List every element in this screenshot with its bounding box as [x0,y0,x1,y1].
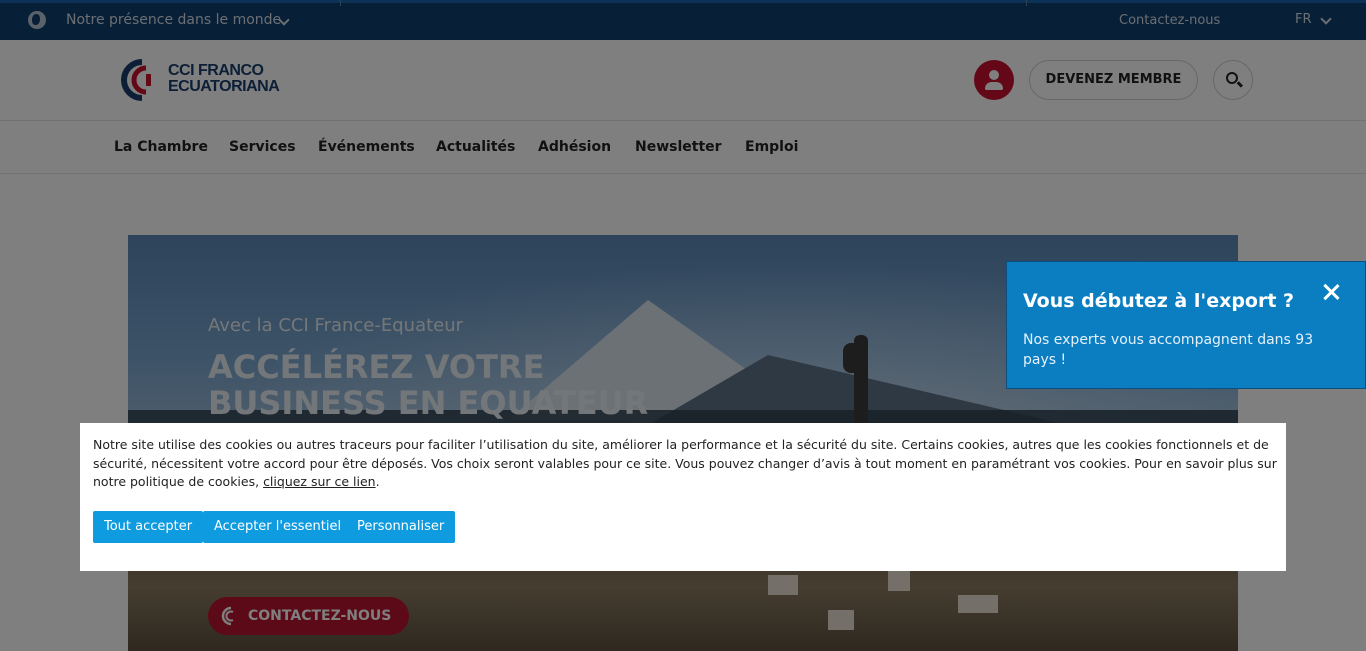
export-popup-text: Nos experts vous accompagnent dans 93 pa… [1023,332,1314,368]
cookie-text-end: . [375,474,380,490]
export-popup: Vous débutez à l'export ? Nos experts vo… [1006,261,1366,389]
close-icon[interactable] [1319,280,1343,304]
cookie-text: Notre site utilise des cookies ou autres… [93,436,1278,492]
accept-all-button[interactable]: Tout accepter [93,511,204,543]
customize-button[interactable]: Personnaliser [346,511,456,543]
cookie-policy-link[interactable]: cliquez sur ce lien [263,474,376,489]
accept-essential-button[interactable]: Accepter l'essentiel [203,511,353,543]
cookie-banner: Notre site utilise des cookies ou autres… [80,423,1286,571]
export-popup-title: Vous débutez à l'export ? [1023,290,1295,312]
